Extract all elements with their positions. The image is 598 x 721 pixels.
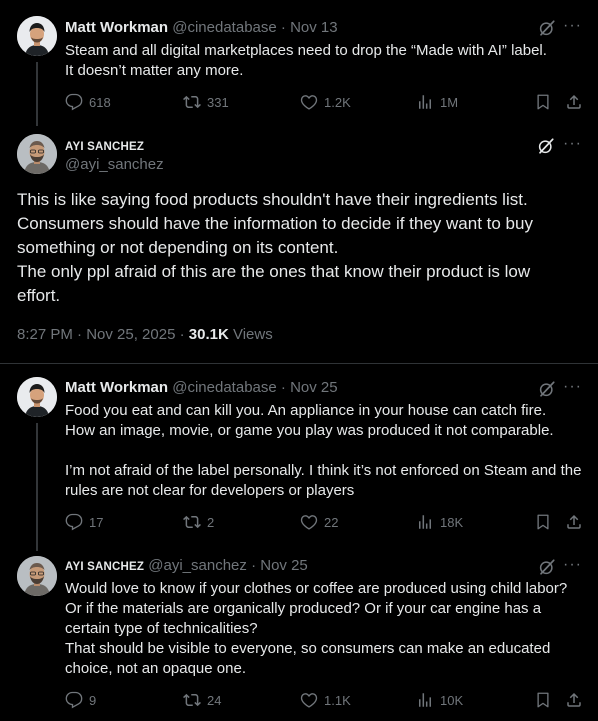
tweet-text: Steam and all digital marketplaces need …: [65, 42, 547, 79]
views-label: Views: [232, 326, 273, 343]
avatar[interactable]: [17, 16, 57, 56]
reply-button[interactable]: 17: [65, 512, 103, 532]
views-icon: [416, 691, 434, 709]
more-icon[interactable]: ···: [563, 17, 582, 35]
avatar[interactable]: [17, 377, 57, 417]
views-count: 1M: [440, 94, 459, 110]
retweet-button[interactable]: 24: [183, 690, 221, 710]
grok-icon[interactable]: [538, 380, 556, 398]
retweet-button[interactable]: 2: [183, 512, 214, 532]
author-name[interactable]: AYI SANCHEZ: [65, 561, 144, 573]
like-icon: [300, 93, 318, 111]
author-name[interactable]: Matt Workman: [65, 379, 168, 396]
retweet-icon: [183, 513, 201, 531]
like-button[interactable]: 22: [300, 512, 338, 532]
views-count: 30.1K: [188, 326, 229, 343]
author-handle[interactable]: @cinedatabase: [172, 19, 276, 36]
thread-line: [36, 62, 38, 126]
tweet-text: Would love to know if your clothes or co…: [65, 580, 568, 677]
more-icon[interactable]: ···: [563, 378, 582, 396]
tweet-time[interactable]: Nov 25: [260, 557, 308, 574]
bookmark-icon[interactable]: [534, 513, 552, 531]
thread-line: [36, 423, 38, 551]
tweet-text: Food you eat and can kill you. An applia…: [65, 402, 582, 499]
grok-icon[interactable]: [538, 558, 556, 576]
bookmark-icon[interactable]: [534, 93, 552, 111]
views-button[interactable]: 10K: [416, 690, 463, 710]
like-count: 22: [324, 514, 339, 530]
like-button[interactable]: 1.1K: [300, 690, 351, 710]
retweet-count: 2: [207, 514, 215, 530]
more-icon[interactable]: ···: [563, 135, 582, 153]
views-button[interactable]: 18K: [416, 512, 463, 532]
author-handle[interactable]: @ayi_sanchez: [65, 155, 164, 175]
share-icon[interactable]: [565, 691, 583, 709]
views-count: 18K: [440, 514, 464, 530]
tweet-time[interactable]: Nov 25: [290, 379, 338, 396]
tweet-header: AYI SANCHEZ @ayi_sanchez · Nov 25: [65, 556, 308, 577]
views-count: 10K: [440, 692, 464, 708]
tweet-time[interactable]: Nov 13: [290, 19, 338, 36]
tweet-meta: 8:27 PM · Nov 25, 2025 · 30.1K Views: [17, 326, 273, 343]
author-handle-text: @ayi_sanchez: [65, 156, 164, 173]
like-button[interactable]: 1.2K: [300, 92, 351, 112]
views-button[interactable]: 1M: [416, 92, 458, 112]
reply-button[interactable]: 9: [65, 690, 96, 710]
author-name[interactable]: AYI SANCHEZ: [65, 136, 144, 157]
divider: [0, 363, 598, 364]
views-icon: [416, 513, 434, 531]
reply-icon: [65, 691, 83, 709]
author-name[interactable]: Matt Workman: [65, 19, 168, 36]
reply-count: 9: [89, 692, 97, 708]
tweet-header: Matt Workman @cinedatabase · Nov 13: [65, 18, 338, 38]
separator: ·: [251, 557, 257, 574]
grok-icon[interactable]: [538, 19, 556, 37]
retweet-count: 331: [207, 94, 229, 110]
reply-button[interactable]: 618: [65, 92, 111, 112]
tweet-text: This is like saying food products should…: [17, 190, 533, 305]
author-handle[interactable]: @ayi_sanchez: [148, 557, 247, 574]
views-icon: [416, 93, 434, 111]
tweet-timestamp[interactable]: 8:27 PM · Nov 25, 2025: [17, 326, 175, 343]
share-icon[interactable]: [565, 93, 583, 111]
author-name-text: AYI SANCHEZ: [65, 141, 145, 153]
author-handle[interactable]: @cinedatabase: [172, 379, 276, 396]
separator: ·: [280, 19, 286, 36]
reply-count: 17: [89, 514, 104, 530]
like-count: 1.1K: [324, 692, 351, 708]
share-icon[interactable]: [565, 513, 583, 531]
tweet-header: Matt Workman @cinedatabase · Nov 25: [65, 378, 338, 398]
separator: ·: [280, 379, 286, 396]
avatar[interactable]: [17, 134, 57, 174]
more-icon[interactable]: ···: [563, 556, 582, 574]
retweet-button[interactable]: 331: [183, 92, 229, 112]
like-count: 1.2K: [324, 94, 351, 110]
grok-icon[interactable]: [537, 137, 555, 155]
reply-icon: [65, 93, 83, 111]
like-icon: [300, 513, 318, 531]
separator: ·: [179, 326, 189, 343]
reply-icon: [65, 513, 83, 531]
retweet-icon: [183, 93, 201, 111]
avatar[interactable]: [17, 556, 57, 596]
retweet-count: 24: [207, 692, 222, 708]
bookmark-icon[interactable]: [534, 691, 552, 709]
like-icon: [300, 691, 318, 709]
reply-count: 618: [89, 94, 111, 110]
retweet-icon: [183, 691, 201, 709]
